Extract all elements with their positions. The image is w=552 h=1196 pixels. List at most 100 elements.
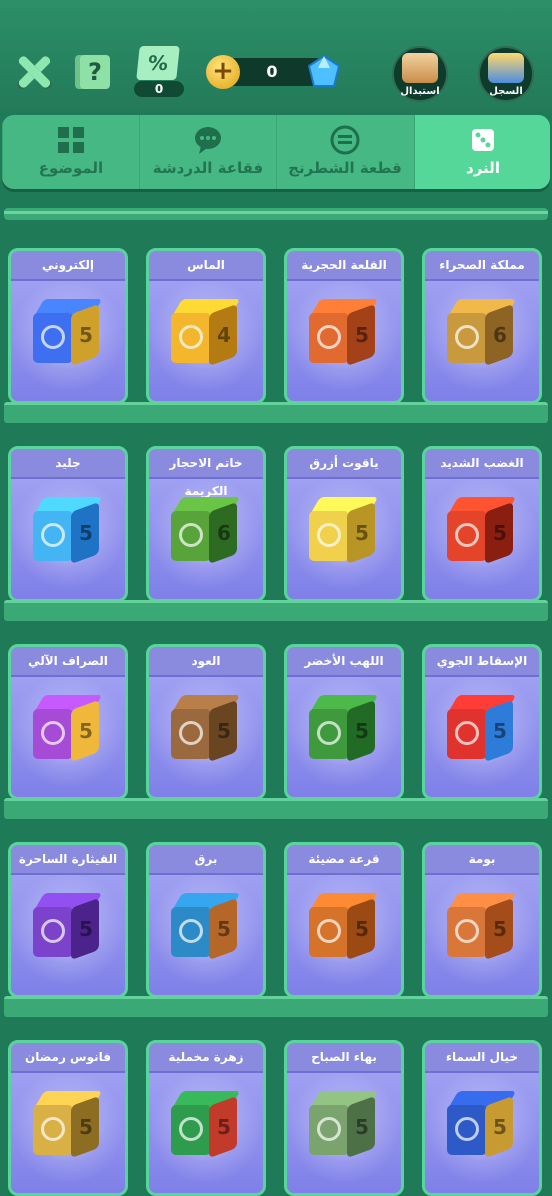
dice-item-card[interactable]: العود 5 <box>146 644 266 800</box>
dice-face-number: 6 <box>493 323 507 347</box>
dice-icon: 5 <box>171 695 241 765</box>
theme-grid-icon <box>58 127 84 153</box>
dice-item-card[interactable]: خاتم الاحجار الكريمة 6 <box>146 446 266 602</box>
dice-face-number: 5 <box>355 323 369 347</box>
dice-item-card[interactable]: برق 5 <box>146 842 266 998</box>
dice-face-number: 5 <box>79 719 93 743</box>
dice-face-number: 5 <box>493 719 507 743</box>
dice-face-number: 5 <box>493 917 507 941</box>
record-button[interactable]: السجل <box>478 46 534 102</box>
chess-piece-icon <box>330 125 360 155</box>
dice-item-title: زهرة مخملية <box>149 1043 263 1073</box>
dice-item-card[interactable]: خيال السماء 5 <box>422 1040 542 1196</box>
dice-item-card[interactable]: فانوس رمضان 5 <box>8 1040 128 1196</box>
tab-theme[interactable]: الموضوع <box>2 115 139 189</box>
dice-icon: 5 <box>447 695 517 765</box>
dice-item-card[interactable]: بومة 5 <box>422 842 542 998</box>
dice-face-number: 5 <box>355 521 369 545</box>
close-icon[interactable] <box>14 52 54 92</box>
dice-icon: 5 <box>309 1091 379 1161</box>
dice-icon: 5 <box>447 1091 517 1161</box>
dice-item-title: العود <box>149 647 263 677</box>
dice-icon <box>472 129 494 151</box>
dice-item-title: قرعة مضيئة <box>287 845 401 875</box>
dice-icon: 6 <box>171 497 241 567</box>
exchange-button[interactable]: استبدال <box>392 46 448 102</box>
dice-face-number: 5 <box>355 917 369 941</box>
dice-face-number: 5 <box>355 1115 369 1139</box>
dice-icon: 5 <box>447 497 517 567</box>
dice-item-card[interactable]: اللهب الأخضر 5 <box>284 644 404 800</box>
dice-icon: 5 <box>309 893 379 963</box>
dice-face-number: 5 <box>355 719 369 743</box>
dice-item-title: إلكتروني <box>11 251 125 281</box>
dice-face-number: 4 <box>217 323 231 347</box>
dice-icon: 5 <box>309 695 379 765</box>
dice-item-title: فانوس رمضان <box>11 1043 125 1073</box>
dice-item-title: خاتم الاحجار الكريمة <box>149 449 263 498</box>
dice-icon: 5 <box>171 1091 241 1161</box>
dice-icon: 5 <box>33 893 103 963</box>
dice-item-card[interactable]: إلكتروني 5 <box>8 248 128 404</box>
dice-icon: 5 <box>447 893 517 963</box>
dice-item-title: الإسقاط الجوي <box>425 647 539 677</box>
dice-icon: 5 <box>33 695 103 765</box>
dice-item-title: الغضب الشديد <box>425 449 539 479</box>
exchange-label: استبدال <box>400 86 440 97</box>
dice-icon: 5 <box>33 497 103 567</box>
dice-item-card[interactable]: الصراف الآلي 5 <box>8 644 128 800</box>
dice-item-title: بومة <box>425 845 539 875</box>
dice-icon: 5 <box>33 1091 103 1161</box>
shelf-divider <box>4 402 548 423</box>
dice-item-card[interactable]: مملكة الصحراء 6 <box>422 248 542 404</box>
dice-face-number: 5 <box>493 521 507 545</box>
dice-item-title: مملكة الصحراء <box>425 251 539 281</box>
tab-label: فقاعة الدردشة <box>152 159 264 177</box>
dice-item-card[interactable]: القلعة الحجرية 5 <box>284 248 404 404</box>
record-label: السجل <box>489 86 523 97</box>
dice-icon: 4 <box>171 299 241 369</box>
category-tabs: الموضوع فقاعة الدردشة قطعة الشطرنج النرد <box>2 115 550 189</box>
tab-dice[interactable]: النرد <box>414 115 550 189</box>
dice-item-card[interactable]: ياقوت أزرق 5 <box>284 446 404 602</box>
discount-icon: % <box>136 46 180 80</box>
help-icon[interactable]: ? <box>80 55 110 89</box>
shop-icon <box>402 53 438 83</box>
chat-bubble-icon <box>195 127 221 154</box>
tab-chess-piece[interactable]: قطعة الشطرنج <box>276 115 413 189</box>
dice-item-card[interactable]: الماس 4 <box>146 248 266 404</box>
dice-item-card[interactable]: الإسقاط الجوي 5 <box>422 644 542 800</box>
dice-icon: 5 <box>309 299 379 369</box>
dice-item-title: جليد <box>11 449 125 479</box>
tab-chat-bubble[interactable]: فقاعة الدردشة <box>139 115 276 189</box>
dice-face-number: 5 <box>79 917 93 941</box>
dice-item-title: اللهب الأخضر <box>287 647 401 677</box>
dice-face-number: 5 <box>79 323 93 347</box>
tab-label: النرد <box>466 159 500 177</box>
dice-item-card[interactable]: قرعة مضيئة 5 <box>284 842 404 998</box>
discount-button[interactable]: % 0 <box>134 46 184 98</box>
dice-icon: 5 <box>33 299 103 369</box>
dice-icon: 5 <box>171 893 241 963</box>
dice-face-number: 5 <box>217 1115 231 1139</box>
currency-value: 0 <box>266 62 278 81</box>
shelf-top-border <box>4 208 548 220</box>
dice-face-number: 5 <box>79 521 93 545</box>
dice-face-number: 5 <box>493 1115 507 1139</box>
shelf-divider <box>4 996 548 1017</box>
dice-item-card[interactable]: الغضب الشديد 5 <box>422 446 542 602</box>
dice-item-card[interactable]: القيثارة الساحرة 5 <box>8 842 128 998</box>
dice-face-number: 5 <box>79 1115 93 1139</box>
dice-face-number: 6 <box>217 521 231 545</box>
shelf-divider <box>4 798 548 819</box>
shelf-divider <box>4 600 548 621</box>
add-currency-icon[interactable]: + <box>206 55 240 89</box>
dice-item-title: ياقوت أزرق <box>287 449 401 479</box>
dice-item-title: برق <box>149 845 263 875</box>
record-icon <box>488 53 524 83</box>
dice-item-card[interactable]: بهاء الصباح 5 <box>284 1040 404 1196</box>
dice-item-card[interactable]: جليد 5 <box>8 446 128 602</box>
discount-count: 0 <box>134 81 184 97</box>
gem-icon <box>307 54 341 87</box>
dice-item-card[interactable]: زهرة مخملية 5 <box>146 1040 266 1196</box>
